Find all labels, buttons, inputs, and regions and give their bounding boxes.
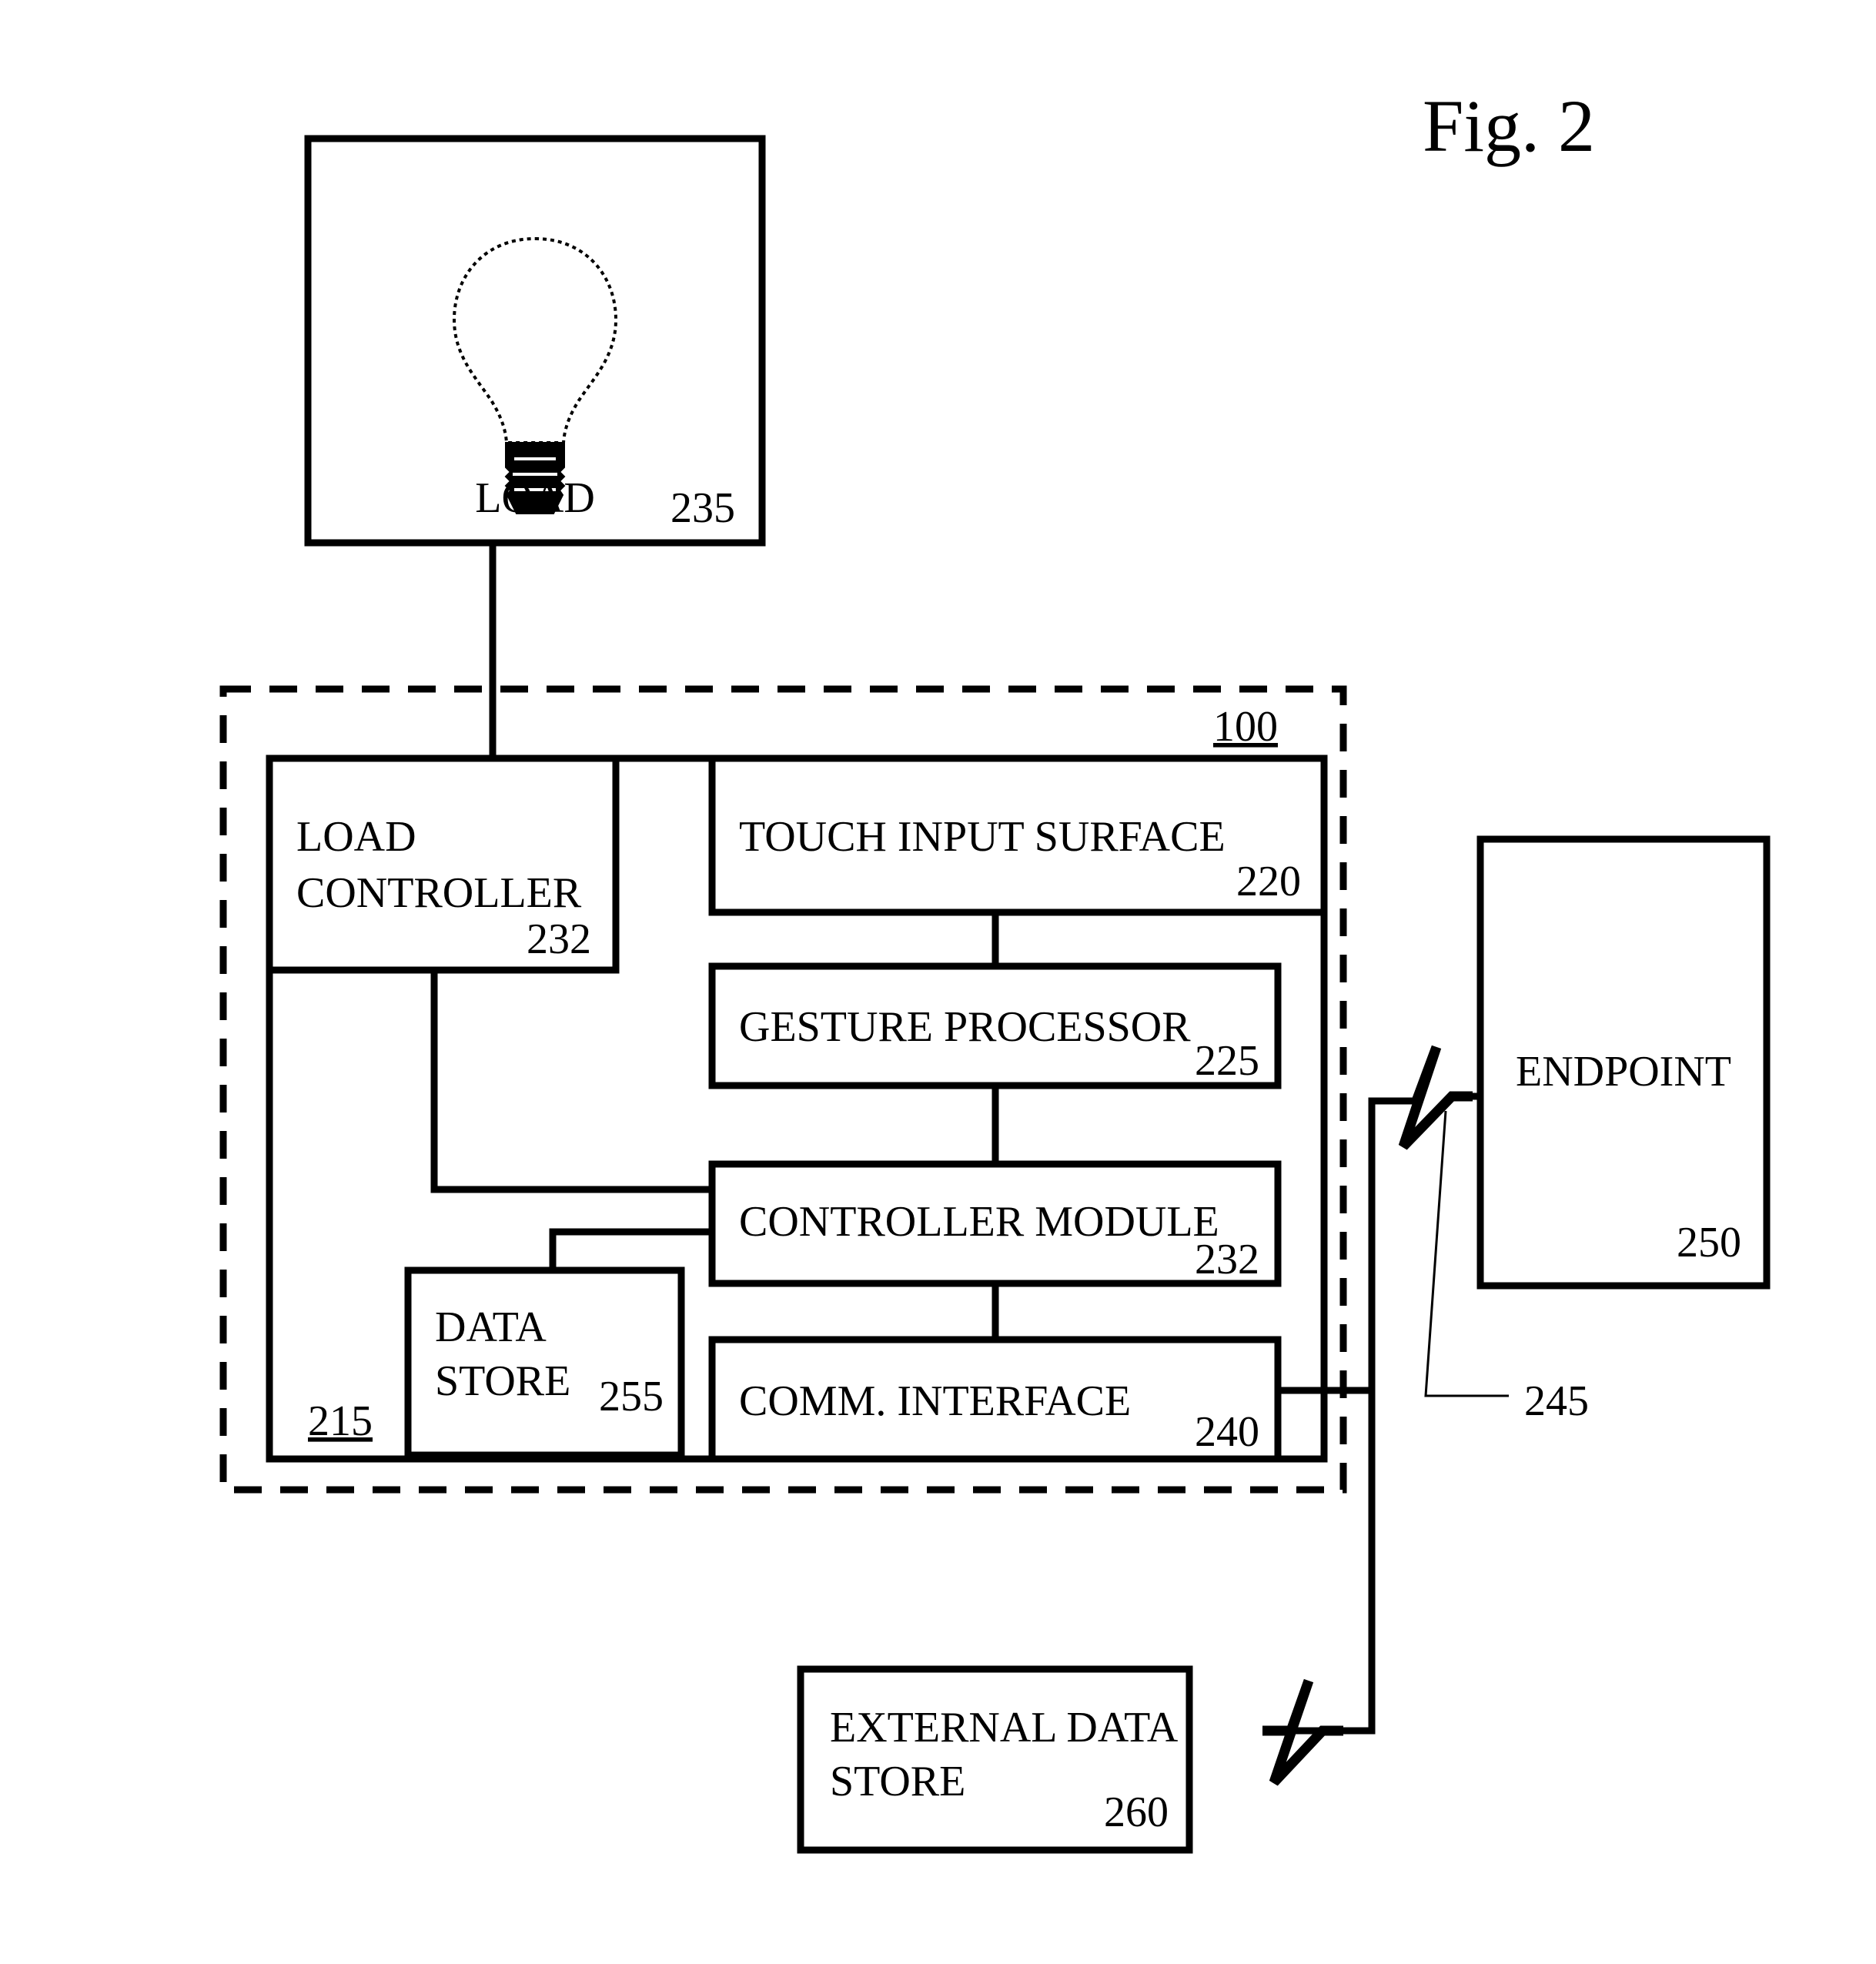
load-controller-label-line2: CONTROLLER (296, 869, 582, 917)
touch-input-surface-label: TOUCH INPUT SURFACE (739, 813, 1226, 861)
gesture-processor-label: GESTURE PROCESSOR (739, 1003, 1191, 1051)
load-label: LOAD (475, 474, 595, 522)
diagram-canvas: Fig. 2 LOAD 235 100 215 LOAD CONTROLLER … (219, 85, 1771, 1854)
touch-input-surface-number: 220 (1236, 858, 1301, 905)
controller-module-label: CONTROLLER MODULE (739, 1198, 1219, 1246)
figure-title: Fig. 2 (1423, 85, 1595, 167)
patent-figure-2: Fig. 2 LOAD 235 100 215 LOAD CONTROLLER … (0, 0, 1876, 1964)
network-link-number: 245 (1524, 1377, 1589, 1425)
data-store-number: 255 (599, 1373, 664, 1420)
endpoint-number: 250 (1677, 1219, 1741, 1266)
device-number: 215 (308, 1397, 373, 1445)
load-number: 235 (670, 484, 735, 532)
external-data-store-label-line2: STORE (830, 1758, 965, 1805)
gesture-processor-number: 225 (1195, 1037, 1259, 1085)
comm-interface-number: 240 (1195, 1408, 1259, 1456)
data-store-label-line1: DATA (435, 1303, 547, 1351)
external-data-store-label-line1: EXTERNAL DATA (830, 1704, 1179, 1752)
data-store-label-line2: STORE (435, 1357, 570, 1405)
comm-interface-label: COMM. INTERFACE (739, 1377, 1131, 1425)
load-controller-label-line1: LOAD (296, 813, 416, 861)
external-data-store-number: 260 (1104, 1788, 1169, 1836)
controller-module-number: 232 (1195, 1236, 1259, 1283)
load-controller-number: 232 (527, 915, 591, 963)
endpoint-label: ENDPOINT (1516, 1048, 1731, 1096)
system-number: 100 (1213, 703, 1278, 751)
